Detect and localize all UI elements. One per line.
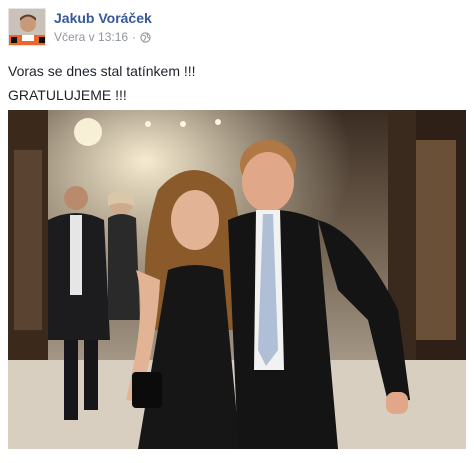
post-photo[interactable] — [8, 110, 466, 449]
post-timestamp[interactable]: Včera v 13:16 — [54, 30, 128, 44]
author-name[interactable]: Jakub Voráček — [54, 10, 152, 26]
facebook-post: Jakub Voráček Včera v 13:16 · Voras se d… — [0, 0, 474, 463]
post-text: Voras se dnes stal tatínkem !!! GRATULUJ… — [8, 59, 196, 107]
post-text-line: GRATULUJEME !!! — [8, 87, 127, 103]
author-avatar[interactable] — [8, 8, 46, 46]
post-meta: Včera v 13:16 · — [54, 30, 151, 44]
post-text-line: Voras se dnes stal tatínkem !!! — [8, 63, 196, 79]
meta-separator: · — [132, 30, 137, 44]
post-header: Jakub Voráček Včera v 13:16 · — [8, 8, 466, 48]
globe-icon[interactable] — [140, 31, 151, 43]
